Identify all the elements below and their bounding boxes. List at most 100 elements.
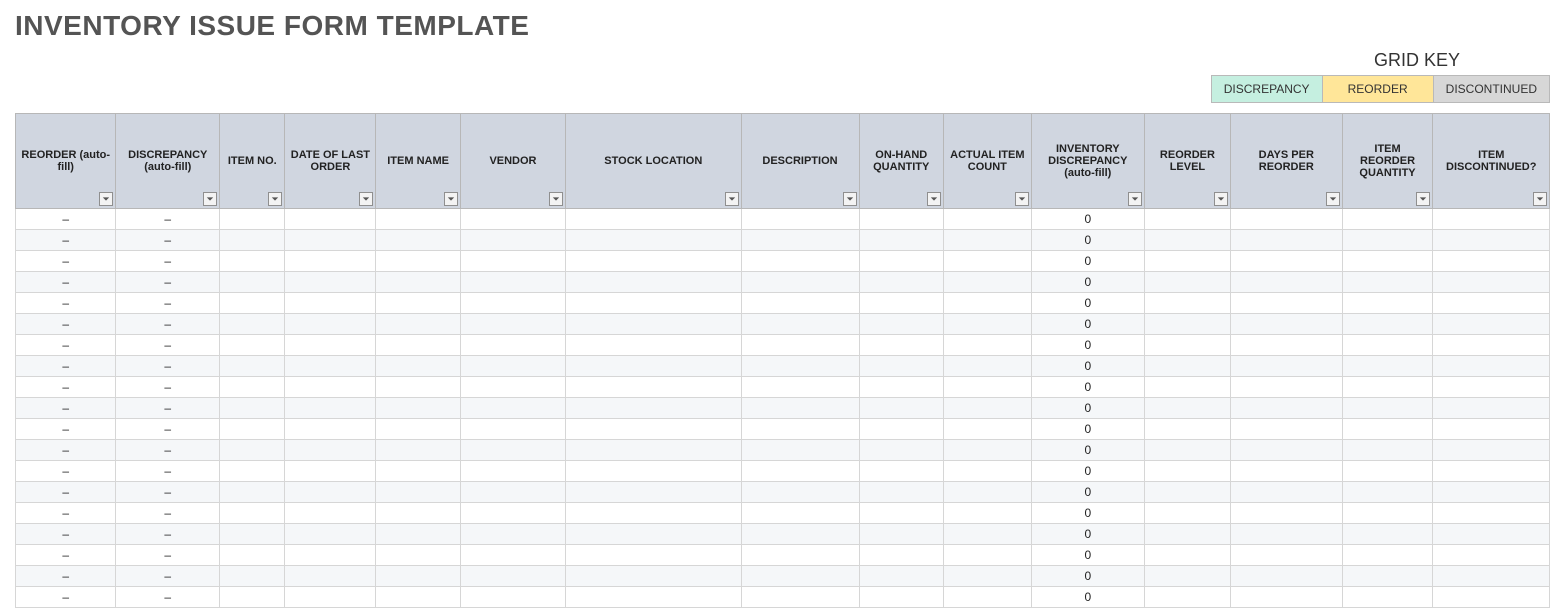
cell-reorder_autofill[interactable]: –: [16, 566, 116, 587]
cell-days_per_reorder[interactable]: [1230, 209, 1342, 230]
cell-date_last_order[interactable]: [285, 419, 376, 440]
cell-item_no[interactable]: [220, 314, 285, 335]
cell-stock_location[interactable]: [566, 272, 741, 293]
cell-description[interactable]: [741, 419, 859, 440]
cell-item_reorder_qty[interactable]: [1342, 545, 1433, 566]
cell-vendor[interactable]: [460, 440, 565, 461]
cell-inv_discrepancy[interactable]: 0: [1031, 293, 1144, 314]
cell-vendor[interactable]: [460, 587, 565, 608]
cell-item_no[interactable]: [220, 566, 285, 587]
cell-item_reorder_qty[interactable]: [1342, 209, 1433, 230]
cell-inv_discrepancy[interactable]: 0: [1031, 566, 1144, 587]
cell-description[interactable]: [741, 251, 859, 272]
cell-item_no[interactable]: [220, 419, 285, 440]
cell-item_no[interactable]: [220, 251, 285, 272]
cell-inv_discrepancy[interactable]: 0: [1031, 251, 1144, 272]
cell-reorder_level[interactable]: [1144, 377, 1230, 398]
cell-item_name[interactable]: [376, 566, 461, 587]
cell-on_hand_qty[interactable]: [859, 524, 944, 545]
cell-item_no[interactable]: [220, 482, 285, 503]
cell-item_discontinued[interactable]: [1433, 566, 1550, 587]
cell-item_name[interactable]: [376, 545, 461, 566]
cell-days_per_reorder[interactable]: [1230, 545, 1342, 566]
cell-days_per_reorder[interactable]: [1230, 440, 1342, 461]
cell-discrepancy_autofill[interactable]: –: [116, 503, 220, 524]
cell-stock_location[interactable]: [566, 356, 741, 377]
cell-date_last_order[interactable]: [285, 524, 376, 545]
cell-description[interactable]: [741, 524, 859, 545]
cell-reorder_autofill[interactable]: –: [16, 419, 116, 440]
cell-item_discontinued[interactable]: [1433, 314, 1550, 335]
cell-reorder_autofill[interactable]: –: [16, 293, 116, 314]
cell-vendor[interactable]: [460, 209, 565, 230]
cell-item_reorder_qty[interactable]: [1342, 440, 1433, 461]
cell-inv_discrepancy[interactable]: 0: [1031, 461, 1144, 482]
cell-actual_item_count[interactable]: [944, 566, 1032, 587]
cell-reorder_level[interactable]: [1144, 587, 1230, 608]
cell-days_per_reorder[interactable]: [1230, 314, 1342, 335]
cell-reorder_autofill[interactable]: –: [16, 272, 116, 293]
cell-actual_item_count[interactable]: [944, 440, 1032, 461]
cell-date_last_order[interactable]: [285, 440, 376, 461]
cell-stock_location[interactable]: [566, 377, 741, 398]
cell-item_reorder_qty[interactable]: [1342, 335, 1433, 356]
cell-days_per_reorder[interactable]: [1230, 419, 1342, 440]
cell-inv_discrepancy[interactable]: 0: [1031, 230, 1144, 251]
cell-item_name[interactable]: [376, 503, 461, 524]
filter-dropdown-icon[interactable]: [203, 192, 217, 206]
cell-item_discontinued[interactable]: [1433, 398, 1550, 419]
filter-dropdown-icon[interactable]: [1015, 192, 1029, 206]
cell-date_last_order[interactable]: [285, 503, 376, 524]
cell-vendor[interactable]: [460, 377, 565, 398]
cell-item_no[interactable]: [220, 209, 285, 230]
cell-stock_location[interactable]: [566, 503, 741, 524]
cell-description[interactable]: [741, 398, 859, 419]
cell-on_hand_qty[interactable]: [859, 503, 944, 524]
cell-item_no[interactable]: [220, 272, 285, 293]
cell-stock_location[interactable]: [566, 587, 741, 608]
cell-item_discontinued[interactable]: [1433, 461, 1550, 482]
cell-actual_item_count[interactable]: [944, 503, 1032, 524]
cell-actual_item_count[interactable]: [944, 524, 1032, 545]
cell-reorder_autofill[interactable]: –: [16, 503, 116, 524]
cell-discrepancy_autofill[interactable]: –: [116, 356, 220, 377]
cell-item_name[interactable]: [376, 314, 461, 335]
cell-actual_item_count[interactable]: [944, 209, 1032, 230]
cell-on_hand_qty[interactable]: [859, 209, 944, 230]
cell-discrepancy_autofill[interactable]: –: [116, 314, 220, 335]
cell-inv_discrepancy[interactable]: 0: [1031, 356, 1144, 377]
cell-reorder_level[interactable]: [1144, 461, 1230, 482]
cell-item_name[interactable]: [376, 209, 461, 230]
cell-reorder_autofill[interactable]: –: [16, 440, 116, 461]
cell-on_hand_qty[interactable]: [859, 272, 944, 293]
filter-dropdown-icon[interactable]: [549, 192, 563, 206]
cell-date_last_order[interactable]: [285, 356, 376, 377]
filter-dropdown-icon[interactable]: [1214, 192, 1228, 206]
cell-item_no[interactable]: [220, 335, 285, 356]
cell-days_per_reorder[interactable]: [1230, 482, 1342, 503]
cell-inv_discrepancy[interactable]: 0: [1031, 503, 1144, 524]
cell-actual_item_count[interactable]: [944, 356, 1032, 377]
cell-inv_discrepancy[interactable]: 0: [1031, 335, 1144, 356]
cell-reorder_level[interactable]: [1144, 503, 1230, 524]
cell-actual_item_count[interactable]: [944, 335, 1032, 356]
cell-on_hand_qty[interactable]: [859, 335, 944, 356]
cell-description[interactable]: [741, 314, 859, 335]
cell-item_discontinued[interactable]: [1433, 503, 1550, 524]
filter-dropdown-icon[interactable]: [444, 192, 458, 206]
cell-item_reorder_qty[interactable]: [1342, 356, 1433, 377]
cell-description[interactable]: [741, 587, 859, 608]
cell-on_hand_qty[interactable]: [859, 482, 944, 503]
cell-days_per_reorder[interactable]: [1230, 230, 1342, 251]
cell-on_hand_qty[interactable]: [859, 230, 944, 251]
cell-item_discontinued[interactable]: [1433, 251, 1550, 272]
cell-inv_discrepancy[interactable]: 0: [1031, 482, 1144, 503]
cell-item_name[interactable]: [376, 335, 461, 356]
cell-item_name[interactable]: [376, 461, 461, 482]
cell-vendor[interactable]: [460, 398, 565, 419]
cell-vendor[interactable]: [460, 314, 565, 335]
cell-discrepancy_autofill[interactable]: –: [116, 482, 220, 503]
filter-dropdown-icon[interactable]: [99, 192, 113, 206]
cell-item_name[interactable]: [376, 482, 461, 503]
cell-actual_item_count[interactable]: [944, 314, 1032, 335]
